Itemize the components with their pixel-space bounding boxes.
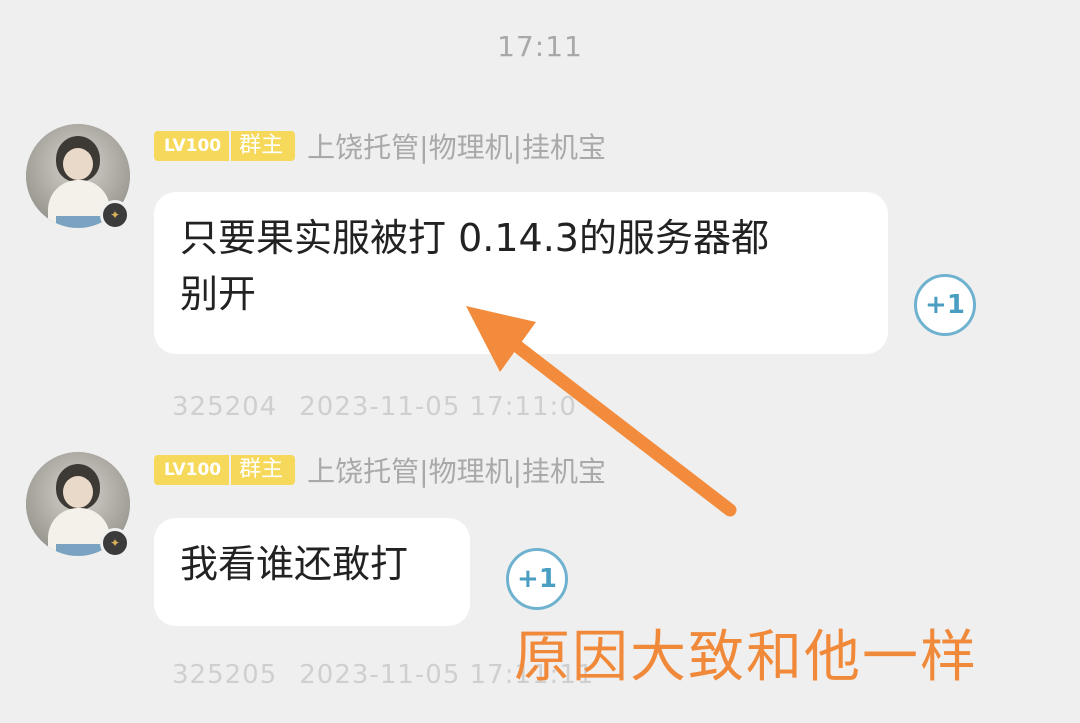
annotation-text: 原因大致和他一样 bbox=[514, 625, 978, 690]
message-bubble[interactable]: 只要果实服被打 0.14.3的服务器都 别开 bbox=[154, 192, 888, 354]
avatar-badge-icon: ✦ bbox=[100, 528, 130, 558]
message-text-line: 只要果实服被打 0.14.3的服务器都 bbox=[180, 216, 769, 260]
chat-screen: 17:11 ✦ LV100 群主 上饶托管|物理机|挂机宝 只要果实服被打 0.… bbox=[0, 0, 1080, 723]
role-badge: 群主 bbox=[231, 455, 296, 485]
sender-title: 上饶托管|物理机|挂机宝 bbox=[307, 455, 607, 488]
message-text-line: 别开 bbox=[180, 272, 257, 316]
time-divider: 17:11 bbox=[497, 30, 583, 63]
level-badge: LV100 bbox=[154, 131, 230, 161]
message-id: 325204 bbox=[172, 392, 278, 422]
role-badge: 群主 bbox=[231, 131, 296, 161]
sender-title: 上饶托管|物理机|挂机宝 bbox=[307, 131, 607, 164]
sender-tags: LV100 群主 上饶托管|物理机|挂机宝 bbox=[154, 452, 606, 488]
sender-tags: LV100 群主 上饶托管|物理机|挂机宝 bbox=[154, 128, 606, 164]
avatar-badge-icon: ✦ bbox=[100, 200, 130, 230]
message-bubble[interactable]: 我看谁还敢打 bbox=[154, 518, 470, 626]
message-timestamp: 2023-11-05 17:11:0 bbox=[299, 392, 577, 422]
plus-one-button[interactable]: +1 bbox=[506, 548, 568, 610]
level-badge: LV100 bbox=[154, 455, 230, 485]
message-text-line: 我看谁还敢打 bbox=[180, 542, 409, 586]
message-id: 325205 bbox=[172, 660, 278, 690]
message-meta: 325204 2023-11-05 17:11:0 bbox=[172, 392, 577, 422]
plus-one-button[interactable]: +1 bbox=[914, 274, 976, 336]
